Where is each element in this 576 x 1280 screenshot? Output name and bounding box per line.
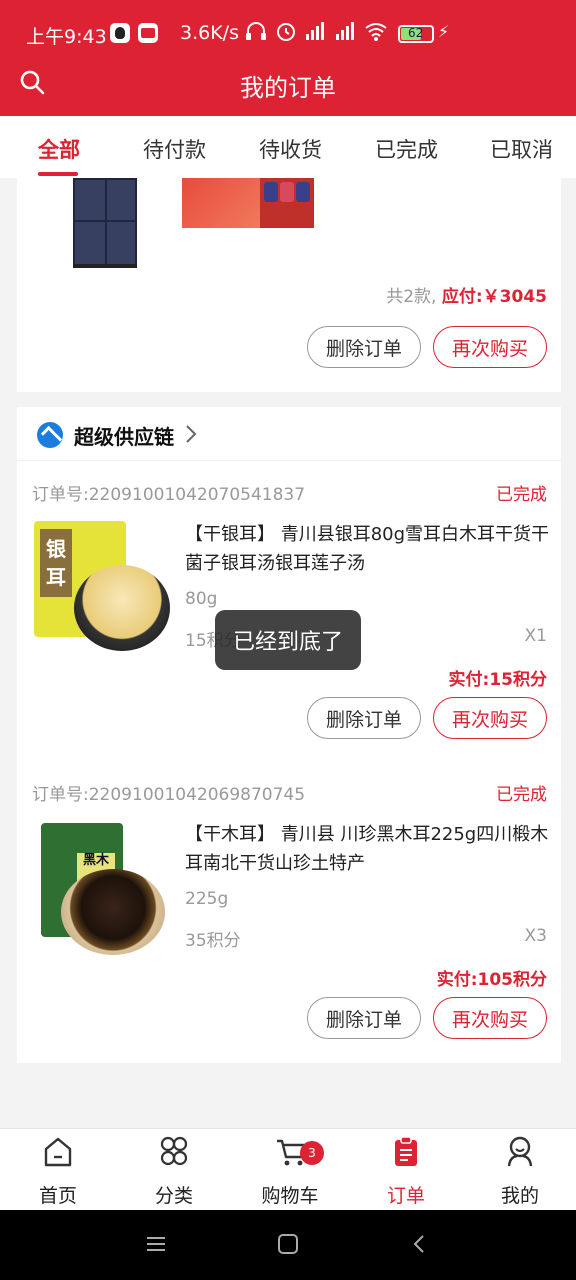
nav-category[interactable]: 分类 bbox=[116, 1129, 232, 1211]
order-number-value: 22091001042069870745 bbox=[88, 785, 306, 805]
menu-icon[interactable] bbox=[146, 1234, 166, 1254]
rebuy-button[interactable]: 再次购买 bbox=[433, 997, 547, 1039]
nav-orders[interactable]: 订单 bbox=[348, 1129, 464, 1211]
product-image-white-fungus[interactable]: 银耳 bbox=[34, 521, 172, 653]
bottom-navigation: 首页 分类 3 购物车 订单 我的 bbox=[0, 1128, 576, 1210]
system-navigation-bar bbox=[0, 1210, 576, 1280]
active-tab-indicator bbox=[38, 172, 78, 176]
product-quantity: X3 bbox=[524, 926, 547, 946]
product-points: 35积分 bbox=[185, 931, 241, 951]
back-icon[interactable] bbox=[410, 1234, 430, 1254]
tab-cancelled[interactable]: 已取消 bbox=[490, 134, 553, 164]
item-count: 共2款, bbox=[386, 287, 437, 307]
nav-profile[interactable]: 我的 bbox=[462, 1129, 576, 1211]
order-status: 已完成 bbox=[496, 485, 547, 505]
amount-payable: 应付:￥3045 bbox=[441, 287, 547, 307]
delete-order-button[interactable]: 删除订单 bbox=[307, 997, 421, 1039]
status-bar: 上午9:43 3.6K/s 62 ⚡ bbox=[0, 0, 576, 62]
battery-icon: 62 bbox=[398, 25, 434, 43]
delete-order-button[interactable]: 删除订单 bbox=[307, 697, 421, 739]
product-image-gift-box[interactable] bbox=[260, 178, 314, 228]
tab-pending-receipt[interactable]: 待收货 bbox=[259, 134, 322, 164]
nav-label: 订单 bbox=[386, 1185, 425, 1207]
status-icons bbox=[244, 20, 388, 42]
nav-label: 分类 bbox=[154, 1185, 193, 1207]
status-time: 上午9:43 bbox=[26, 26, 107, 48]
product-spec: 80g bbox=[185, 589, 218, 609]
order-tabs: 全部 待付款 待收货 已完成 已取消 bbox=[0, 116, 576, 178]
order-number-value: 22091001042070541837 bbox=[88, 485, 306, 505]
amount-paid: 实付:105积分 bbox=[436, 970, 547, 990]
qq-icon bbox=[110, 23, 130, 43]
order-card: 共2款, 应付:￥3045 删除订单 再次购买 bbox=[17, 178, 561, 392]
nav-home[interactable]: 首页 bbox=[0, 1129, 116, 1211]
profile-icon bbox=[507, 1136, 533, 1167]
home-button-icon[interactable] bbox=[278, 1234, 298, 1254]
order-number-label: 订单号: bbox=[32, 785, 89, 805]
product-image-gift[interactable] bbox=[182, 178, 260, 228]
end-of-list-toast: 已经到底了 bbox=[215, 610, 361, 670]
page-title: 我的订单 bbox=[240, 74, 336, 102]
delete-order-button[interactable]: 删除订单 bbox=[307, 326, 421, 368]
order-number-label: 订单号: bbox=[32, 485, 89, 505]
store-logo-icon bbox=[37, 422, 63, 448]
rebuy-button[interactable]: 再次购买 bbox=[433, 326, 547, 368]
signal-icon bbox=[306, 22, 324, 40]
order-status: 已完成 bbox=[496, 785, 547, 805]
chevron-right-icon bbox=[186, 425, 197, 443]
home-icon bbox=[44, 1137, 72, 1167]
order-number: 订单号:22091001042069870745 bbox=[32, 780, 305, 805]
nav-label: 我的 bbox=[500, 1185, 539, 1207]
nav-cart[interactable]: 3 购物车 bbox=[232, 1129, 348, 1211]
tab-completed[interactable]: 已完成 bbox=[375, 134, 438, 164]
order-number: 订单号:22091001042070541837 bbox=[32, 480, 305, 505]
order-summary: 共2款, 应付:￥3045 bbox=[386, 282, 547, 307]
app-header: 上午9:43 3.6K/s 62 ⚡ 我的订单 bbox=[0, 0, 576, 116]
nav-label: 购物车 bbox=[261, 1185, 319, 1207]
product-title[interactable]: 【干银耳】 青川县银耳80g雪耳白木耳干货干菌子银耳汤银耳莲子汤 bbox=[185, 520, 553, 578]
rebuy-button[interactable]: 再次购买 bbox=[433, 697, 547, 739]
tab-pending-payment[interactable]: 待付款 bbox=[143, 134, 206, 164]
alarm-icon bbox=[277, 23, 295, 41]
tab-all[interactable]: 全部 bbox=[38, 134, 80, 164]
network-speed: 3.6K/s bbox=[180, 22, 239, 44]
battery-level: 62 bbox=[408, 26, 424, 40]
signal-icon-2 bbox=[336, 22, 354, 40]
product-title[interactable]: 【干木耳】 青川县 川珍黑木耳225g四川椴木耳南北干货山珍土特产 bbox=[185, 820, 553, 878]
store-order-card: 超级供应链 订单号:22091001042070541837 已完成 银耳 【干… bbox=[17, 407, 561, 1063]
product-quantity: X1 bbox=[524, 626, 547, 646]
charging-icon: ⚡ bbox=[438, 22, 450, 41]
shop-notification-icon bbox=[138, 23, 158, 43]
nav-label: 首页 bbox=[38, 1185, 77, 1207]
store-name: 超级供应链 bbox=[74, 425, 174, 449]
cart-count-badge: 3 bbox=[300, 1141, 324, 1165]
headphones-icon bbox=[246, 22, 266, 40]
category-icon bbox=[160, 1136, 188, 1166]
amount-paid: 实付:15积分 bbox=[448, 670, 547, 690]
package-label: 银耳 bbox=[40, 529, 72, 597]
product-spec: 225g bbox=[185, 889, 229, 909]
product-image-fridge[interactable] bbox=[73, 178, 137, 268]
product-image-black-fungus[interactable]: 黑木 bbox=[41, 823, 179, 955]
order-icon bbox=[395, 1136, 417, 1166]
store-header[interactable]: 超级供应链 bbox=[17, 407, 561, 461]
wifi-icon bbox=[365, 23, 387, 41]
